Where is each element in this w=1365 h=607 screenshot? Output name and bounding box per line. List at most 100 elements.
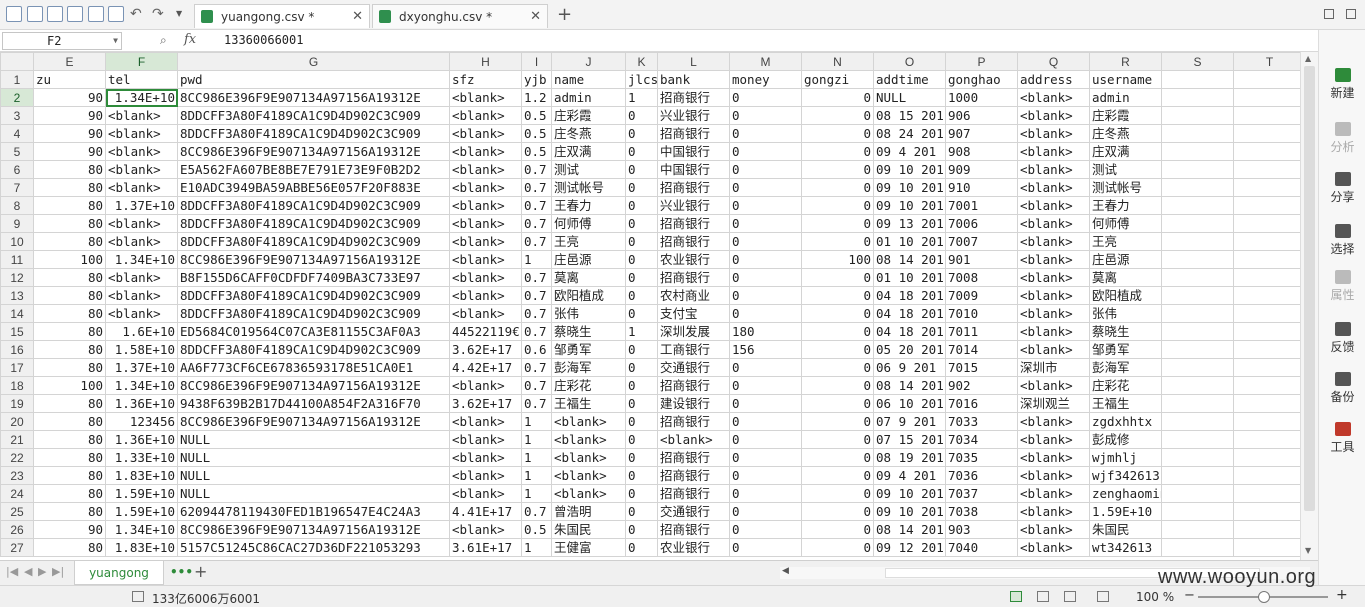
- table-cell[interactable]: 庄彩花: [1089, 376, 1162, 395]
- table-cell[interactable]: 0: [625, 394, 658, 413]
- table-cell[interactable]: 80: [33, 214, 106, 233]
- table-cell[interactable]: 1.34E+10: [105, 88, 178, 107]
- scroll-up-icon[interactable]: ▲: [1305, 54, 1311, 63]
- table-cell[interactable]: 招商银行: [657, 124, 730, 143]
- table-cell[interactable]: 0: [729, 106, 802, 125]
- table-cell[interactable]: 兴业银行: [657, 196, 730, 215]
- vertical-scrollbar[interactable]: ▲ ▼: [1300, 52, 1318, 560]
- table-cell[interactable]: 庄彩霞: [551, 106, 626, 125]
- table-cell[interactable]: 90: [33, 88, 106, 107]
- table-cell[interactable]: <blank>: [1017, 268, 1090, 287]
- table-cell[interactable]: 0: [625, 412, 658, 431]
- table-cell[interactable]: 8DDCFF3A80F4189CA1C9D4D902C3C909: [177, 196, 450, 215]
- table-cell[interactable]: <blank>: [449, 178, 522, 197]
- table-cell[interactable]: <blank>: [1017, 484, 1090, 503]
- table-cell[interactable]: 1.37E+10: [105, 196, 178, 215]
- table-cell[interactable]: 0: [729, 178, 802, 197]
- table-cell[interactable]: NULL: [177, 466, 450, 485]
- table-cell[interactable]: 0: [801, 376, 874, 395]
- table-cell[interactable]: [1233, 232, 1300, 251]
- table-cell[interactable]: 06 10 201: [873, 394, 946, 413]
- spreadsheet-grid[interactable]: E F G H I J K L M N O P Q R S T 1 zu tel pwd sfz yjb name jlcs b…: [0, 52, 1300, 560]
- table-cell[interactable]: 0: [801, 520, 874, 539]
- table-cell[interactable]: 0.7: [521, 232, 552, 251]
- table-cell[interactable]: [1233, 106, 1300, 125]
- table-cell[interactable]: [1233, 484, 1300, 503]
- table-cell[interactable]: 80: [33, 322, 106, 341]
- table-cell[interactable]: 彭成修: [1089, 430, 1162, 449]
- table-cell[interactable]: 04 18 201: [873, 286, 946, 305]
- table-cell[interactable]: 何师傅: [1089, 214, 1162, 233]
- table-cell[interactable]: 09 10 201: [873, 178, 946, 197]
- table-cell[interactable]: 庄双满: [551, 142, 626, 161]
- table-cell[interactable]: E10ADC3949BA59ABBE56E057F20F883E: [177, 178, 450, 197]
- table-cell[interactable]: gonghao: [945, 70, 1018, 89]
- row-header[interactable]: 5: [0, 142, 34, 161]
- table-cell[interactable]: 80: [33, 160, 106, 179]
- table-cell[interactable]: 0: [729, 430, 802, 449]
- table-cell[interactable]: 7035: [945, 448, 1018, 467]
- table-cell[interactable]: 7014: [945, 340, 1018, 359]
- table-cell[interactable]: <blank>: [1017, 376, 1090, 395]
- zoom-slider[interactable]: [1198, 591, 1328, 603]
- table-cell[interactable]: 朱国民: [1089, 520, 1162, 539]
- table-cell[interactable]: 100: [33, 250, 106, 269]
- table-cell[interactable]: 0: [625, 538, 658, 557]
- table-cell[interactable]: <blank>: [105, 124, 178, 143]
- table-cell[interactable]: 王春力: [1089, 196, 1162, 215]
- table-cell[interactable]: 招商银行: [657, 376, 730, 395]
- table-cell[interactable]: 156: [729, 340, 802, 359]
- table-cell[interactable]: 7016: [945, 394, 1018, 413]
- table-cell[interactable]: 1.33E+10: [105, 448, 178, 467]
- table-cell[interactable]: 支付宝: [657, 304, 730, 323]
- save-icon[interactable]: [27, 6, 43, 22]
- table-cell[interactable]: <blank>: [1017, 304, 1090, 323]
- table-cell[interactable]: gongzi: [801, 70, 874, 89]
- table-cell[interactable]: <blank>: [1017, 106, 1090, 125]
- table-cell[interactable]: 0: [801, 124, 874, 143]
- table-cell[interactable]: 1: [521, 412, 552, 431]
- table-cell[interactable]: 1.58E+10: [105, 340, 178, 359]
- table-cell[interactable]: 05 20 201: [873, 340, 946, 359]
- table-cell[interactable]: 903: [945, 520, 1018, 539]
- table-cell[interactable]: 9438F639B2B17D44100A854F2A316F70: [177, 394, 450, 413]
- table-cell[interactable]: 测试: [1089, 160, 1162, 179]
- table-cell[interactable]: 0: [729, 196, 802, 215]
- table-cell[interactable]: 0.7: [521, 268, 552, 287]
- table-cell[interactable]: zu: [33, 70, 106, 89]
- table-cell[interactable]: 0.5: [521, 520, 552, 539]
- table-cell[interactable]: <blank>: [1017, 430, 1090, 449]
- table-cell[interactable]: 1: [521, 484, 552, 503]
- column-header[interactable]: I: [521, 52, 552, 71]
- table-cell[interactable]: <blank>: [105, 232, 178, 251]
- next-sheet-icon[interactable]: ▶: [38, 565, 46, 578]
- table-cell[interactable]: [1233, 250, 1300, 269]
- sheet-more-icon[interactable]: •••: [170, 565, 193, 579]
- table-cell[interactable]: 1: [521, 538, 552, 557]
- table-cell[interactable]: [1161, 340, 1234, 359]
- table-cell[interactable]: 7008: [945, 268, 1018, 287]
- table-cell[interactable]: 0: [625, 124, 658, 143]
- column-header[interactable]: R: [1089, 52, 1162, 71]
- table-cell[interactable]: 7036: [945, 466, 1018, 485]
- table-cell[interactable]: <blank>: [1017, 502, 1090, 521]
- table-cell[interactable]: [1233, 160, 1300, 179]
- table-cell[interactable]: <blank>: [449, 304, 522, 323]
- table-cell[interactable]: <blank>: [449, 160, 522, 179]
- table-cell[interactable]: [1161, 502, 1234, 521]
- table-cell[interactable]: <blank>: [105, 178, 178, 197]
- reading-mode-icon[interactable]: [1097, 591, 1109, 602]
- table-cell[interactable]: <blank>: [1017, 142, 1090, 161]
- table-cell[interactable]: [1233, 340, 1300, 359]
- table-cell[interactable]: [1161, 394, 1234, 413]
- table-cell[interactable]: 张伟: [1089, 304, 1162, 323]
- table-cell[interactable]: [1233, 142, 1300, 161]
- redo-icon[interactable]: ↷: [152, 6, 164, 22]
- table-cell[interactable]: 80: [33, 358, 106, 377]
- table-cell[interactable]: 09 10 201: [873, 196, 946, 215]
- page-break-icon[interactable]: [1064, 591, 1076, 602]
- table-cell[interactable]: username: [1089, 70, 1162, 89]
- column-header[interactable]: L: [657, 52, 730, 71]
- row-header[interactable]: 16: [0, 340, 34, 359]
- table-cell[interactable]: 07 15 201: [873, 430, 946, 449]
